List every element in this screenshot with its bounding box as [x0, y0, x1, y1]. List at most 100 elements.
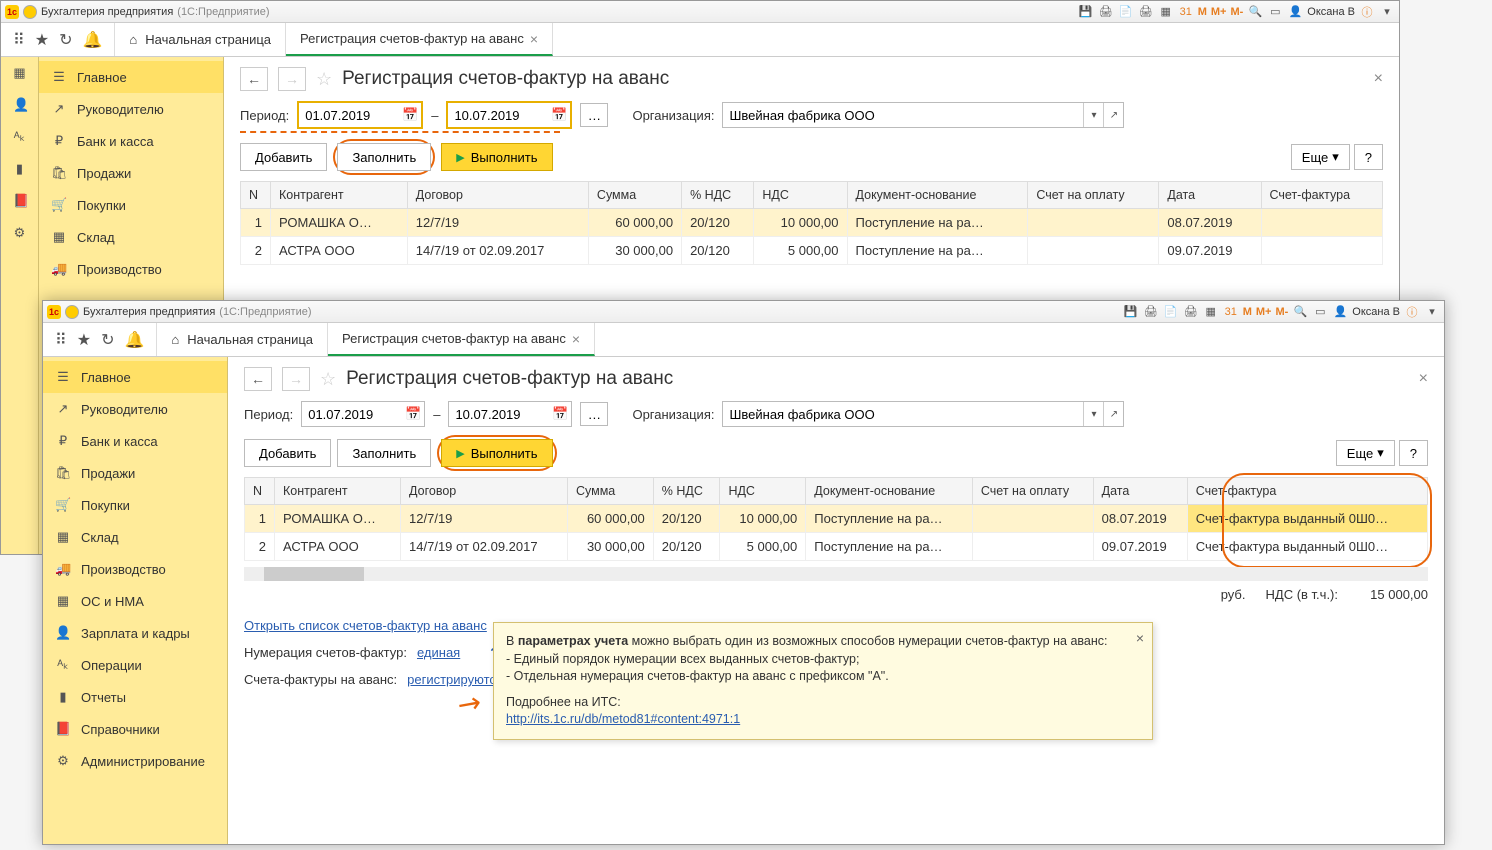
col-contr[interactable]: Контрагент — [271, 182, 408, 209]
calendar-from-icon[interactable]: 📅 — [402, 403, 424, 425]
calendar-icon[interactable]: 31 — [1178, 4, 1194, 20]
sidebar-item-3[interactable]: 🛍Продажи — [43, 457, 227, 489]
col-sum[interactable]: Сумма — [567, 478, 653, 505]
org-select[interactable]: ▾ ↗ — [722, 401, 1124, 427]
calendar-to-icon[interactable]: 📅 — [549, 403, 571, 425]
help-button[interactable]: ? — [1354, 144, 1383, 170]
sidebar-item-3[interactable]: 🛍Продажи — [39, 157, 223, 189]
date-from-input[interactable] — [299, 103, 399, 127]
save-icon[interactable]: 💾 — [1078, 4, 1094, 20]
bell-icon[interactable]: 🔔 — [82, 30, 102, 50]
col-rate[interactable]: % НДС — [682, 182, 754, 209]
more-button[interactable]: Еще ▾ — [1336, 440, 1395, 466]
doc-icon[interactable]: 📄 — [1163, 304, 1179, 320]
table-row[interactable]: 2 АСТРА ООО 14/7/19 от 02.09.2017 30 000… — [241, 237, 1383, 265]
history-icon[interactable]: ↻ — [59, 30, 72, 50]
sidebar-item-6[interactable]: 🚚Производство — [43, 553, 227, 585]
user-icon[interactable]: 👤 — [1332, 304, 1348, 320]
col-sf[interactable]: Счет-фактура — [1187, 478, 1427, 505]
mem-m[interactable]: M — [1198, 6, 1207, 18]
narrow-item[interactable]: 📕 — [1, 185, 38, 217]
calc-icon[interactable]: ▦ — [1158, 4, 1174, 20]
col-dog[interactable]: Договор — [401, 478, 568, 505]
star-icon[interactable]: ★ — [35, 30, 49, 50]
sidebar-item-2[interactable]: ₽Банк и касса — [39, 125, 223, 157]
sidebar-item-10[interactable]: ▮Отчеты — [43, 681, 227, 713]
narrow-item[interactable]: ▦ — [1, 57, 38, 89]
narrow-item[interactable]: ▮ — [1, 153, 38, 185]
sidebar-item-4[interactable]: 🛒Покупки — [43, 489, 227, 521]
date-from-input[interactable] — [302, 402, 402, 426]
col-bill[interactable]: Счет на оплату — [1028, 182, 1159, 209]
star-icon[interactable]: ★ — [77, 330, 91, 350]
calendar-from-icon[interactable]: 📅 — [399, 104, 421, 126]
dropdown-icon[interactable] — [65, 305, 79, 319]
tab-close-icon[interactable]: × — [572, 331, 580, 347]
menu-icon[interactable]: ▾ — [1424, 304, 1440, 320]
org-open-icon[interactable]: ↗ — [1103, 402, 1123, 426]
col-date[interactable]: Дата — [1093, 478, 1187, 505]
org-dropdown-icon[interactable]: ▾ — [1083, 402, 1103, 426]
sidebar-item-9[interactable]: ᴬₖОперации — [43, 649, 227, 681]
dropdown-icon[interactable] — [23, 5, 37, 19]
tab-doc[interactable]: Регистрация счетов-фактур на аванс × — [286, 23, 553, 56]
doc-icon[interactable]: 📄 — [1118, 4, 1134, 20]
print-icon[interactable]: 🖨 — [1098, 4, 1114, 20]
layout-icon[interactable]: ▭ — [1312, 304, 1328, 320]
period-select-button[interactable]: … — [580, 402, 608, 426]
date-to-input[interactable] — [448, 103, 548, 127]
add-button[interactable]: Добавить — [240, 143, 327, 171]
col-contr[interactable]: Контрагент — [275, 478, 401, 505]
user-icon[interactable]: 👤 — [1287, 4, 1303, 20]
fill-button[interactable]: Заполнить — [337, 439, 431, 467]
menu-icon[interactable]: ▾ — [1379, 4, 1395, 20]
col-bill[interactable]: Счет на оплату — [972, 478, 1093, 505]
mem-mminus[interactable]: M- — [1230, 6, 1243, 18]
sidebar-item-1[interactable]: ↗Руководителю — [39, 93, 223, 125]
tooltip-link[interactable]: http://its.1c.ru/db/metod81#content:4971… — [506, 712, 740, 726]
sidebar-item-11[interactable]: 📕Справочники — [43, 713, 227, 745]
col-date[interactable]: Дата — [1159, 182, 1261, 209]
open-list-link[interactable]: Открыть список счетов-фактур на аванс — [244, 618, 487, 633]
sidebar-item-12[interactable]: ⚙Администрирование — [43, 745, 227, 777]
print-icon[interactable]: 🖨 — [1143, 304, 1159, 320]
apps-icon[interactable]: ⠿ — [13, 30, 25, 50]
zoom-icon[interactable]: 🔍 — [1247, 4, 1263, 20]
favorite-icon[interactable]: ☆ — [316, 69, 332, 90]
table-row[interactable]: 2 АСТРА ООО 14/7/19 от 02.09.2017 30 000… — [245, 533, 1428, 561]
sidebar-item-7[interactable]: ▦ОС и НМА — [43, 585, 227, 617]
org-select[interactable]: ▾ ↗ — [722, 102, 1124, 128]
narrow-item[interactable]: 👤 — [1, 89, 38, 121]
period-select-button[interactable]: … — [580, 103, 608, 127]
tab-home[interactable]: ⌂ Начальная страница — [115, 23, 286, 56]
run-button[interactable]: Выполнить — [441, 439, 552, 467]
col-sum[interactable]: Сумма — [588, 182, 681, 209]
org-open-icon[interactable]: ↗ — [1103, 103, 1123, 127]
sidebar-item-5[interactable]: ▦Склад — [39, 221, 223, 253]
col-rate[interactable]: % НДС — [653, 478, 720, 505]
table-row[interactable]: 1 РОМАШКА О… 12/7/19 60 000,00 20/120 10… — [241, 209, 1383, 237]
col-doc[interactable]: Документ-основание — [847, 182, 1028, 209]
sidebar-item-0[interactable]: ☰Главное — [39, 61, 223, 93]
info-icon[interactable]: ⓘ — [1404, 304, 1420, 320]
more-button[interactable]: Еще ▾ — [1291, 144, 1350, 170]
save-icon[interactable]: 💾 — [1123, 304, 1139, 320]
favorite-icon[interactable]: ☆ — [320, 369, 336, 390]
mem-m[interactable]: M — [1243, 306, 1252, 318]
fill-button[interactable]: Заполнить — [337, 143, 431, 171]
horizontal-scrollbar[interactable] — [244, 567, 1428, 581]
calendar-icon[interactable]: 31 — [1223, 304, 1239, 320]
mem-mplus[interactable]: M+ — [1256, 306, 1272, 318]
zoom-icon[interactable]: 🔍 — [1292, 304, 1308, 320]
sidebar-item-4[interactable]: 🛒Покупки — [39, 189, 223, 221]
tooltip-close-icon[interactable]: × — [1136, 629, 1144, 649]
info-icon[interactable]: ⓘ — [1359, 4, 1375, 20]
sidebar-item-5[interactable]: ▦Склад — [43, 521, 227, 553]
sidebar-item-6[interactable]: 🚚Производство — [39, 253, 223, 285]
org-input[interactable] — [723, 103, 1083, 127]
layout-icon[interactable]: ▭ — [1267, 4, 1283, 20]
col-doc[interactable]: Документ-основание — [806, 478, 973, 505]
table-row[interactable]: 1 РОМАШКА О… 12/7/19 60 000,00 20/120 10… — [245, 505, 1428, 533]
sidebar-item-0[interactable]: ☰Главное — [43, 361, 227, 393]
back-button[interactable]: ← — [244, 367, 272, 391]
